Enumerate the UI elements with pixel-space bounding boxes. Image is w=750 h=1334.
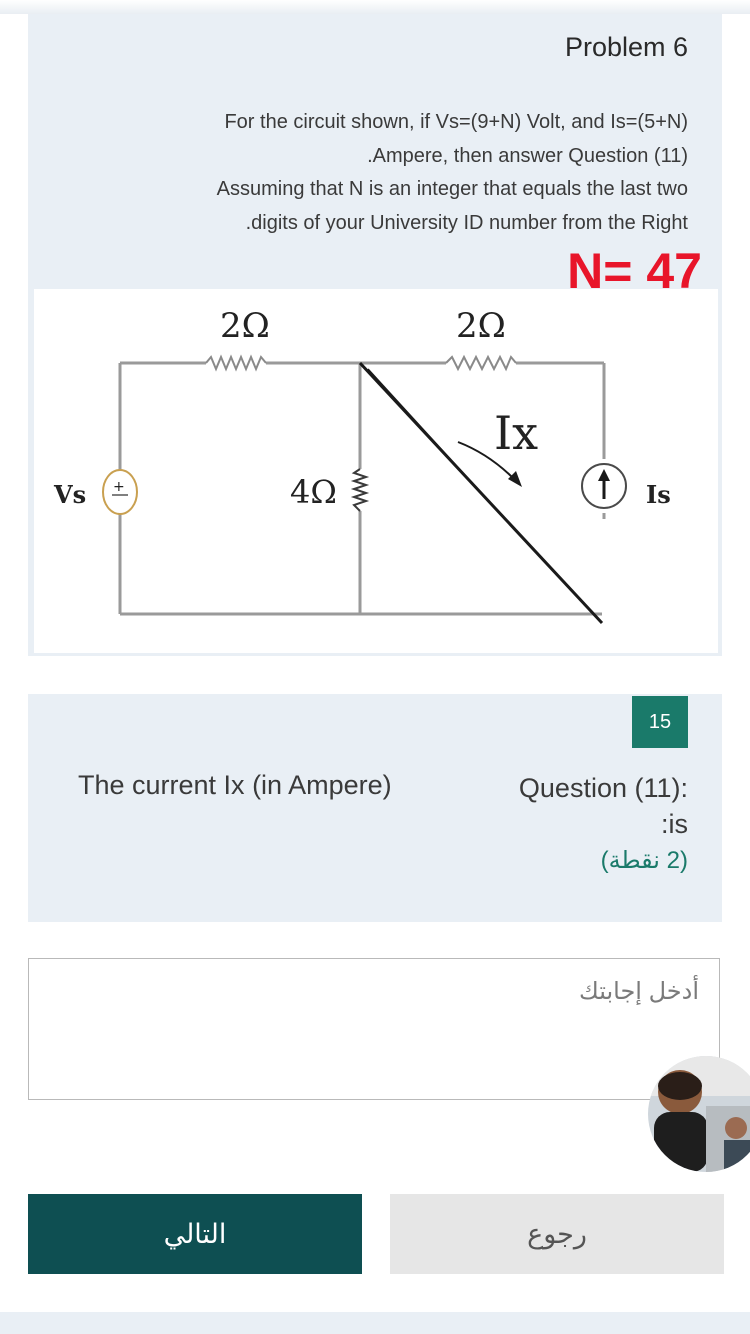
answer-placeholder: أدخل إجابتك bbox=[579, 978, 699, 1005]
top-shadow bbox=[0, 0, 750, 14]
question-text: The current Ix (in Ampere) bbox=[78, 770, 392, 800]
problem-title: Problem 6 bbox=[564, 32, 688, 62]
circuit-diagram: 2Ω 2Ω 4Ω Ix Vs Is + bbox=[34, 289, 718, 653]
ix-branch-wire bbox=[358, 361, 604, 625]
label-ix: Ix bbox=[494, 406, 538, 460]
answer-field[interactable]: أدخل إجابتك bbox=[28, 958, 720, 1100]
ix-branch-shadow bbox=[367, 368, 475, 486]
label-r-middle: 4Ω bbox=[290, 473, 337, 511]
label-r-top-left: 2Ω bbox=[220, 306, 270, 346]
problem-text-line: For the circuit shown, if Vs=(9+N) Volt,… bbox=[224, 111, 688, 133]
label-r-top-right: 2Ω bbox=[456, 306, 506, 346]
chat-head-avatar[interactable] bbox=[648, 1056, 750, 1172]
circuit-svg: 2Ω 2Ω 4Ω Ix Vs Is + bbox=[53, 306, 671, 625]
label-plus: + bbox=[113, 479, 125, 495]
resistor-middle bbox=[350, 468, 370, 512]
ix-arrow-head bbox=[508, 471, 522, 487]
label-vs: Vs bbox=[53, 480, 86, 509]
problem-card: Problem 6 For the circuit shown, if Vs=(… bbox=[28, 14, 722, 656]
problem-text-line: Assuming that N is an integer that equal… bbox=[216, 178, 688, 200]
problem-text-line: .digits of your University ID number fro… bbox=[245, 211, 688, 234]
next-button[interactable]: التالي bbox=[28, 1194, 362, 1274]
problem-text-line: .Ampere, then answer Question (11) bbox=[367, 144, 688, 167]
question-label: Question (11): :is bbox=[458, 770, 688, 842]
question-card: 15 Question (11): :is (2 نقطة) The curre… bbox=[28, 694, 722, 922]
question-label-line: :is bbox=[661, 809, 688, 839]
label-is: Is bbox=[646, 480, 671, 509]
points-badge: 15 bbox=[632, 696, 688, 748]
question-points: (2 نقطة) bbox=[600, 847, 688, 874]
back-button[interactable]: رجوع bbox=[390, 1194, 724, 1274]
bottom-strip bbox=[0, 1312, 750, 1334]
resistor-top-right bbox=[445, 354, 517, 372]
avatar-image bbox=[648, 1056, 750, 1172]
problem-text: For the circuit shown, if Vs=(9+N) Volt,… bbox=[88, 106, 688, 240]
resistor-top-left bbox=[205, 354, 267, 372]
n-value: N= 47 bbox=[567, 243, 702, 299]
question-label-line: Question (11): bbox=[518, 773, 688, 803]
